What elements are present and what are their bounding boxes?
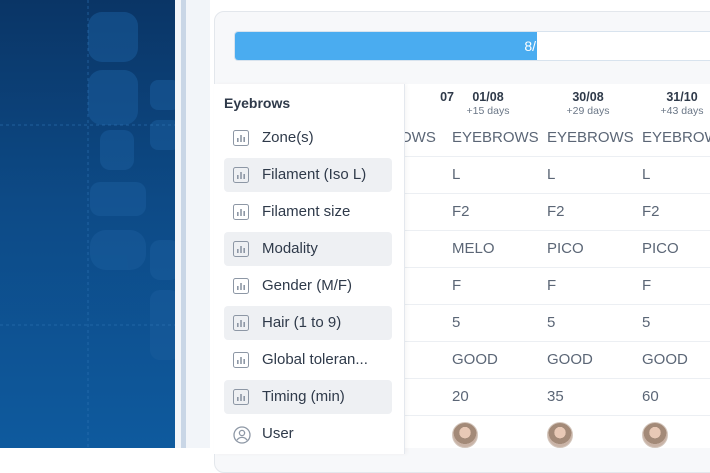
grid-cell: F2 [452,203,470,220]
user-avatar[interactable] [452,422,478,448]
user-avatar[interactable] [642,422,668,448]
row-divider [404,415,710,416]
grid-cell: GOOD [452,351,498,368]
row-divider [404,156,710,157]
sidebar-item-label: Modality [262,240,318,257]
bar-chart-icon [233,130,249,146]
sidebar-item-label: Hair (1 to 9) [262,314,342,331]
grid-cell: 5 [452,314,461,331]
session-offset: +43 days [660,105,704,117]
grid-cell: EYEBROWS [547,129,634,146]
grid-cell: L [642,166,651,183]
grid-cell: 60 [642,388,659,405]
bar-chart-icon [233,167,249,183]
sidebar-title: Eyebrows [224,95,291,111]
decorative-logo-pattern [0,0,175,448]
bar-chart-icon [233,315,249,331]
sessions-grid[interactable]: 07 OWS 01/08 +15 days EYEBROWS L F2 MELO F 5 GOOD 2… [404,84,710,448]
row-divider [404,267,710,268]
rail-strip [181,0,186,448]
sidebar-item-6[interactable]: Hair (1 to 9) [224,306,392,340]
row-divider [404,341,710,342]
sidebar-item-label: Zone(s) [262,129,314,146]
grid-cell: 5 [547,314,556,331]
grid-cell: EYEBROW [642,129,710,146]
grid-cell: OWS [404,129,436,146]
sidebar-item-3[interactable]: Filament size [224,195,392,229]
sidebar-item-4[interactable]: Modality [224,232,392,266]
grid-cell: 20 [452,388,469,405]
sidebar-item-label: Filament (Iso L) [262,166,367,183]
session-date: 31/10 [666,90,698,104]
sidebar-item-2[interactable]: Filament (Iso L) [224,158,392,192]
grid-cell: GOOD [642,351,688,368]
session-column-header[interactable]: 01/08 +15 days [441,90,535,117]
side-rail [175,0,210,448]
grid-cell: F2 [547,203,565,220]
session-date: 01/08 [472,90,504,104]
grid-cell: L [547,166,556,183]
bar-chart-icon [233,204,249,220]
criteria-sidebar: Eyebrows Zone(s) Filament (Iso L) Filament… [214,84,405,454]
sidebar-item-8[interactable]: Timing (min) [224,380,392,414]
grid-cell: GOOD [547,351,593,368]
sidebar-item-label: User [262,425,294,442]
grid-cell: F [547,277,557,294]
grid-cell: F [452,277,462,294]
progress-label: 8/16 [524,38,552,54]
sidebar-item-label: Global toleran... [262,351,368,368]
row-divider [404,378,710,379]
user-circle-icon [233,426,251,444]
session-column-header[interactable]: 31/10 +43 days [635,90,710,117]
bar-chart-icon [233,278,249,294]
bar-chart-icon [233,352,249,368]
session-column-header[interactable]: 30/08 +29 days [541,90,635,117]
sidebar-item-9[interactable]: User [224,417,392,451]
grid-cell: 5 [642,314,651,331]
bar-chart-icon [233,389,249,405]
grid-cell: 35 [547,388,564,405]
sidebar-item-7[interactable]: Global toleran... [224,343,392,377]
grid-cell: PICO [642,240,679,257]
grid-cell: F2 [642,203,660,220]
user-avatar[interactable] [547,422,573,448]
session-offset: +29 days [566,105,610,117]
sidebar-item-label: Filament size [262,203,351,220]
bar-chart-icon [233,241,249,257]
session-offset: +15 days [466,105,510,117]
brand-background-panel [0,0,175,448]
sidebar-item-1[interactable]: Zone(s) [224,121,392,155]
row-divider [404,304,710,305]
grid-cell: MELO [452,240,495,257]
grid-cell: PICO [547,240,584,257]
session-progress-bar: 8/16 [234,31,710,61]
sidebar-item-5[interactable]: Gender (M/F) [224,269,392,303]
grid-cell: EYEBROWS [452,129,539,146]
grid-cell: L [452,166,461,183]
session-date: 30/08 [572,90,604,104]
row-divider [404,193,710,194]
row-divider [404,230,710,231]
grid-cell: F [642,277,652,294]
sidebar-item-label: Gender (M/F) [262,277,353,294]
sidebar-item-label: Timing (min) [262,388,345,405]
